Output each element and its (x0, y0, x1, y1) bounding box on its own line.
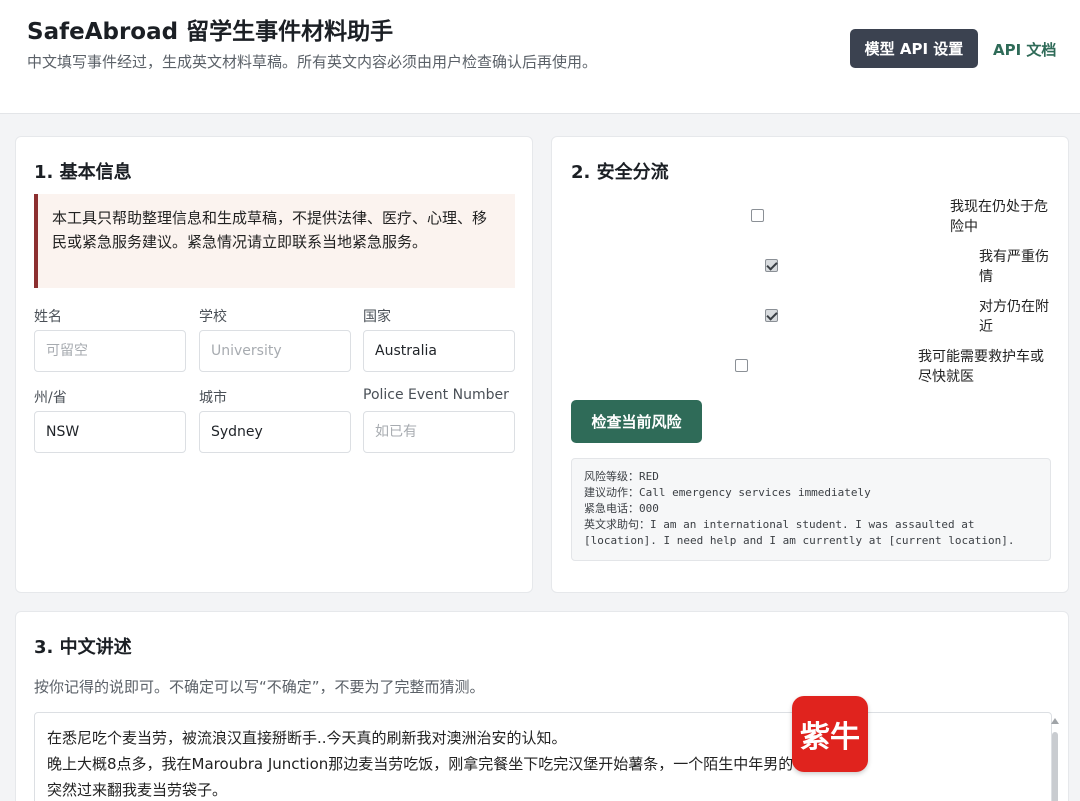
app-header: SafeAbroad 留学生事件材料助手 中文填写事件经过，生成英文材料草稿。所… (0, 0, 1080, 114)
textarea-scrollbar[interactable] (1050, 718, 1060, 801)
police-event-number-input[interactable] (363, 411, 515, 453)
triage-checkbox[interactable] (735, 359, 748, 372)
scroll-up-arrow-icon[interactable] (1051, 718, 1059, 724)
disclaimer-notice: 本工具只帮助整理信息和生成草稿，不提供法律、医疗、心理、移民或紧急服务建议。紧急… (34, 194, 515, 288)
risk-level-line: 风险等级：RED (584, 470, 659, 483)
safety-triage-card: 2. 安全分流 我现在仍处于危险中 我有严重伤情 对方仍在附近 我可能需要救护车… (551, 136, 1069, 593)
watermark-logo: 紫牛 (792, 696, 868, 772)
api-docs-link[interactable]: API 文档 (993, 39, 1056, 60)
triage-item[interactable]: 对方仍在附近 (552, 295, 1070, 339)
name-input[interactable] (34, 330, 186, 372)
narrative-text-line: 突然过来翻我麦当劳袋子。 (47, 781, 228, 799)
narrative-card: 3. 中文讲述 按你记得的说即可。不确定可以写“不确定”，不要为了完整而猜测。 … (15, 611, 1069, 801)
triage-item-label: 我现在仍处于危险中 (950, 199, 1048, 235)
country-label: 国家 (363, 309, 391, 325)
police-event-number-label: Police Event Number (363, 387, 509, 403)
narrative-textarea[interactable]: 在悉尼吃个麦当劳，被流浪汉直接掰断手..今天真的刷新我对澳洲治安的认知。 晚上大… (34, 712, 1052, 801)
triage-item-label: 我可能需要救护车或尽快就医 (918, 349, 1044, 385)
english-help-sentence-line-2: [location]. I need help and I am current… (584, 534, 1015, 547)
app-subtitle: 中文填写事件经过，生成英文材料草稿。所有英文内容必须由用户检查确认后再使用。 (27, 53, 598, 71)
app-title: SafeAbroad 留学生事件材料助手 (27, 19, 394, 45)
triage-item-label: 对方仍在附近 (979, 299, 1049, 335)
triage-title: 2. 安全分流 (571, 162, 669, 183)
model-api-settings-button[interactable]: 模型 API 设置 (850, 29, 978, 68)
suggested-action-line: 建议动作：Call emergency services immediately (584, 486, 871, 499)
triage-checkbox[interactable] (765, 259, 778, 272)
basic-info-card: 1. 基本信息 本工具只帮助整理信息和生成草稿，不提供法律、医疗、心理、移民或紧… (15, 136, 533, 593)
narrative-text-line: 晚上大概8点多，我在Maroubra Junction那边麦当劳吃饭，刚拿完餐坐… (47, 755, 794, 773)
state-label: 州/省 (34, 390, 67, 406)
name-label: 姓名 (34, 309, 62, 325)
triage-item[interactable]: 我可能需要救护车或尽快就医 (552, 345, 1070, 389)
country-input[interactable] (363, 330, 515, 372)
triage-item[interactable]: 我有严重伤情 (552, 245, 1070, 289)
basic-info-title: 1. 基本信息 (34, 162, 132, 183)
triage-item-label: 我有严重伤情 (979, 249, 1049, 285)
emergency-number-line: 紧急电话：000 (584, 502, 659, 515)
english-help-sentence-line: 英文求助句：I am an international student. I w… (584, 518, 975, 531)
risk-result-box: 风险等级：RED 建议动作：Call emergency services im… (571, 458, 1051, 561)
city-label: 城市 (199, 390, 227, 406)
state-input[interactable] (34, 411, 186, 453)
narrative-title: 3. 中文讲述 (34, 637, 132, 658)
scrollbar-thumb[interactable] (1052, 732, 1058, 801)
narrative-hint: 按你记得的说即可。不确定可以写“不确定”，不要为了完整而猜测。 (34, 678, 485, 696)
triage-checkbox[interactable] (751, 209, 764, 222)
triage-checkbox[interactable] (765, 309, 778, 322)
narrative-text-line: 在悉尼吃个麦当劳，被流浪汉直接掰断手..今天真的刷新我对澳洲治安的认知。 (47, 729, 567, 747)
check-risk-button[interactable]: 检查当前风险 (571, 400, 702, 443)
triage-item[interactable]: 我现在仍处于危险中 (552, 195, 1070, 239)
city-input[interactable] (199, 411, 351, 453)
school-input[interactable] (199, 330, 351, 372)
school-label: 学校 (199, 309, 227, 325)
